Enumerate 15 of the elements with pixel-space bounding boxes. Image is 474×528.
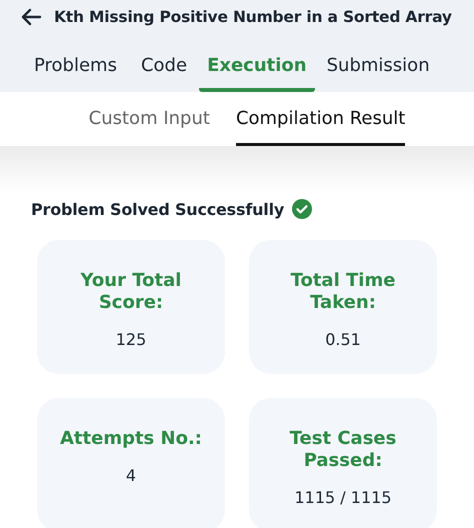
tab[interactable]: Custom Input — [88, 108, 210, 146]
stat-label: Test Cases Passed: — [288, 428, 398, 472]
stat-value: 125 — [116, 330, 146, 349]
stat-label: Attempts No.: — [58, 428, 204, 450]
status-message: Problem Solved Successfully — [31, 200, 284, 218]
stat-value: 4 — [126, 466, 136, 485]
tab[interactable]: Problems — [22, 55, 129, 92]
stat-label: Total Time Taken: — [290, 270, 396, 314]
stat-label: Your Total Score: — [80, 270, 182, 314]
page-title: Kth Missing Positive Number in a Sorted Array — [54, 8, 452, 26]
stat-value: 1115 / 1115 — [294, 488, 392, 507]
back-arrow-icon[interactable] — [20, 8, 42, 26]
tab[interactable]: Submission — [314, 55, 442, 92]
stat-value: 0.51 — [325, 330, 361, 349]
tab[interactable]: Code — [128, 55, 200, 92]
